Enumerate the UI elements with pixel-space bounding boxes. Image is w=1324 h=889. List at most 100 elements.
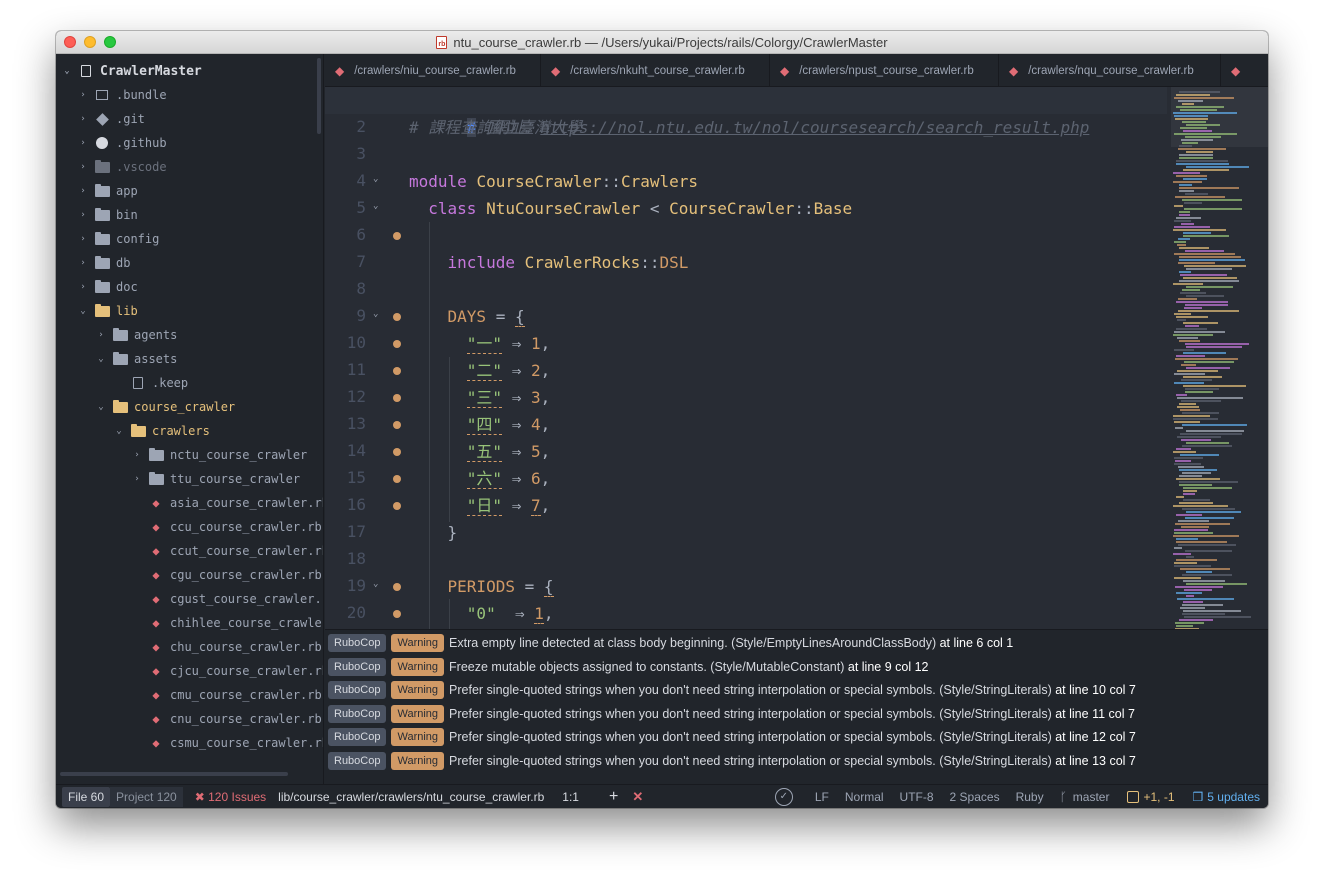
fold-chevron-icon[interactable]: ⌄ (373, 579, 378, 589)
tree-item[interactable]: ◆ ccut_course_crawler.rb (132, 539, 323, 563)
package-updates[interactable]: ❒ 5 updates (1193, 790, 1260, 804)
warning-marker[interactable] (393, 313, 401, 321)
chevron-right-icon[interactable]: › (132, 474, 142, 484)
chevron-right-icon[interactable]: › (78, 114, 88, 124)
gutter-line[interactable]: 5 ⌄ (325, 195, 409, 222)
tree-item[interactable]: ◆ chu_course_crawler.rb (132, 635, 321, 659)
tree-item[interactable]: ◆ csmu_course_crawler.rb (132, 731, 323, 755)
check-circle-icon[interactable]: ✓ (774, 787, 793, 806)
warning-marker[interactable] (393, 340, 401, 348)
gutter-line[interactable]: 17 (325, 519, 409, 546)
tab-project-issues[interactable]: Project 120 (110, 786, 183, 807)
gutter-line[interactable]: 13 (325, 411, 409, 438)
plus-icon[interactable]: + (609, 788, 618, 806)
tree-item[interactable]: › app (78, 179, 138, 203)
warning-marker[interactable] (393, 475, 401, 483)
tree-scrollbar-horizontal[interactable] (60, 772, 288, 776)
chevron-right-icon[interactable]: › (132, 450, 142, 460)
lint-message-row[interactable]: RuboCop Warning Freeze mutable objects ass… (328, 656, 928, 678)
tab-overflow[interactable]: ◆ (1221, 54, 1268, 86)
course-search-link[interactable]: https://nol.ntu.edu.tw/nol/coursesearch/… (540, 118, 1089, 137)
fold-chevron-icon[interactable]: ⌄ (373, 309, 378, 319)
tree-item[interactable]: ⌄ course_crawler (96, 395, 235, 419)
tree-item[interactable]: › ttu_course_crawler (132, 467, 300, 491)
fold-chevron-icon[interactable]: ⌄ (373, 201, 378, 211)
tree-item[interactable]: ◆ cgu_course_crawler.rb (132, 563, 321, 587)
lint-message-row[interactable]: RuboCop Warning Prefer single-quoted strin… (328, 750, 1136, 772)
lint-message-row[interactable]: RuboCop Warning Prefer single-quoted strin… (328, 679, 1136, 701)
fold-chevron-icon[interactable]: ⌄ (373, 174, 378, 184)
chevron-down-icon[interactable]: ⌄ (96, 354, 106, 364)
tab-nkuht[interactable]: ◆ /crawlers/nkuht_course_crawler.rb (541, 54, 770, 86)
lint-location-link[interactable]: at line 9 col 12 (848, 660, 929, 674)
chevron-right-icon[interactable]: › (96, 330, 106, 340)
chevron-right-icon[interactable]: › (78, 186, 88, 196)
warning-marker[interactable] (393, 448, 401, 456)
tree-item[interactable]: › .github (78, 131, 166, 155)
git-branch[interactable]: ᚴ master (1060, 790, 1110, 804)
tree-item[interactable]: ◆ asia_course_crawler.rb (132, 491, 323, 515)
gutter-line[interactable]: 7 (325, 249, 409, 276)
lint-location-link[interactable]: at line 6 col 1 (940, 636, 1014, 650)
tree-item[interactable]: ◆ ccu_course_crawler.rb (132, 515, 321, 539)
tree-item[interactable]: › agents (96, 323, 177, 347)
warning-marker[interactable] (393, 232, 401, 240)
warning-marker[interactable] (393, 583, 401, 591)
file-path[interactable]: lib/course_crawler/crawlers/ntu_course_c… (278, 790, 544, 804)
gutter-line[interactable]: 3 (325, 141, 409, 168)
line-ending[interactable]: LF (815, 790, 829, 804)
tab-file-issues[interactable]: File 60 (62, 786, 111, 807)
gutter-line[interactable]: 9 ⌄ (325, 303, 409, 330)
chevron-right-icon[interactable]: › (78, 258, 88, 268)
warning-marker[interactable] (393, 421, 401, 429)
gutter-line[interactable]: 2 (325, 114, 409, 141)
chevron-right-icon[interactable]: › (78, 234, 88, 244)
tree-item[interactable]: .keep (114, 371, 188, 395)
chevron-down-icon[interactable]: ⌄ (96, 402, 106, 412)
tree-item[interactable]: ◆ cjcu_course_crawler.rb (132, 659, 323, 683)
lint-location-link[interactable]: at line 12 col 7 (1055, 730, 1136, 744)
minimap-visible-region[interactable] (1171, 87, 1268, 147)
gutter-line[interactable]: 14 (325, 438, 409, 465)
grammar[interactable]: Ruby (1016, 790, 1044, 804)
chevron-right-icon[interactable]: › (78, 138, 88, 148)
gutter-line[interactable]: 20 (325, 600, 409, 627)
maximize-window-button[interactable] (104, 36, 116, 48)
gutter-line[interactable]: 12 (325, 384, 409, 411)
close-icon[interactable]: ✕ (632, 789, 643, 805)
tree-item[interactable]: ⌄ crawlers (114, 419, 210, 443)
tree-item[interactable]: › .vscode (78, 155, 167, 179)
tree-item[interactable]: › nctu_course_crawler (132, 443, 307, 467)
warning-marker[interactable] (393, 394, 401, 402)
gutter-line[interactable]: 18 (325, 546, 409, 573)
chevron-right-icon[interactable]: › (78, 90, 88, 100)
tree-item[interactable]: › doc (78, 275, 138, 299)
git-diff[interactable]: +1, -1 (1127, 790, 1175, 804)
tree-item[interactable]: ◆ cmu_course_crawler.rb (132, 683, 321, 707)
issues-count[interactable]: ✖ 120 Issues (195, 790, 266, 804)
tree-item[interactable]: ◆ cnu_course_crawler.rb (132, 707, 321, 731)
tree-item[interactable]: ◆ cgust_course_crawler.rb (132, 587, 323, 611)
minimize-window-button[interactable] (84, 36, 96, 48)
gutter-line[interactable]: 15 (325, 465, 409, 492)
chevron-right-icon[interactable]: › (78, 282, 88, 292)
chevron-right-icon[interactable]: › (78, 210, 88, 220)
chevron-down-icon[interactable]: ⌄ (114, 426, 124, 436)
tree-item[interactable]: ◆ chihlee_course_crawler.rl (132, 611, 323, 635)
gutter-line[interactable]: 10 (325, 330, 409, 357)
indentation[interactable]: 2 Spaces (950, 790, 1000, 804)
lint-message-row[interactable]: RuboCop Warning Prefer single-quoted strin… (328, 703, 1135, 725)
chevron-down-icon[interactable]: ⌄ (78, 306, 88, 316)
tree-item[interactable]: › .git (78, 107, 145, 131)
lint-location-link[interactable]: at line 13 col 7 (1055, 754, 1136, 768)
gutter-line[interactable]: 16 (325, 492, 409, 519)
code-editor[interactable]: 1⌄234⌄5⌄6789⌄10111213141516171819⌄20 # 國… (325, 87, 1268, 629)
tree-item[interactable]: ⌄ assets (96, 347, 177, 371)
gutter-line[interactable]: 19 ⌄ (325, 573, 409, 600)
cursor-position[interactable]: 1:1 (562, 790, 579, 804)
tab-niu[interactable]: ◆ /crawlers/niu_course_crawler.rb (325, 54, 541, 86)
encoding[interactable]: UTF-8 (900, 790, 934, 804)
warning-marker[interactable] (393, 610, 401, 618)
tree-item[interactable]: › db (78, 251, 130, 275)
gutter-line[interactable]: 4 ⌄ (325, 168, 409, 195)
